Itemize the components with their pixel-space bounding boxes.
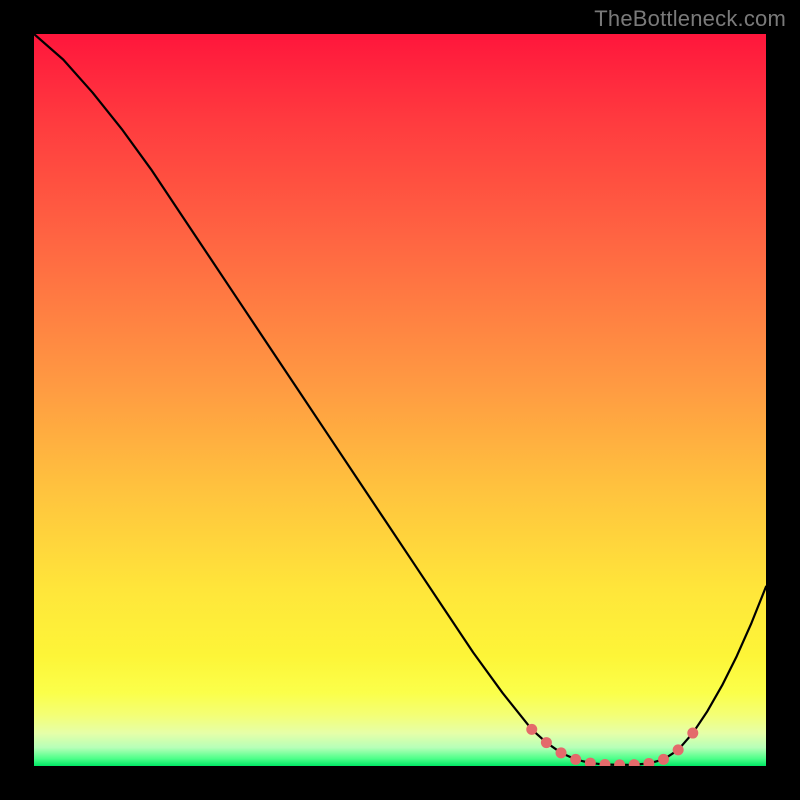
marker-dot [687,728,698,739]
watermark-text: TheBottleneck.com [594,6,786,32]
marker-dot [673,744,684,755]
marker-dot [585,758,596,766]
chart-frame: TheBottleneck.com [0,0,800,800]
marker-dot [658,754,669,765]
marker-dot [614,759,625,766]
low-region-markers [526,724,698,766]
marker-dot [599,759,610,766]
marker-dot [556,747,567,758]
marker-dot [541,737,552,748]
plot-area [34,34,766,766]
curve-layer [34,34,766,766]
marker-dot [526,724,537,735]
marker-dot [643,758,654,766]
marker-dot [570,754,581,765]
marker-dot [629,759,640,766]
bottleneck-curve [34,34,766,765]
